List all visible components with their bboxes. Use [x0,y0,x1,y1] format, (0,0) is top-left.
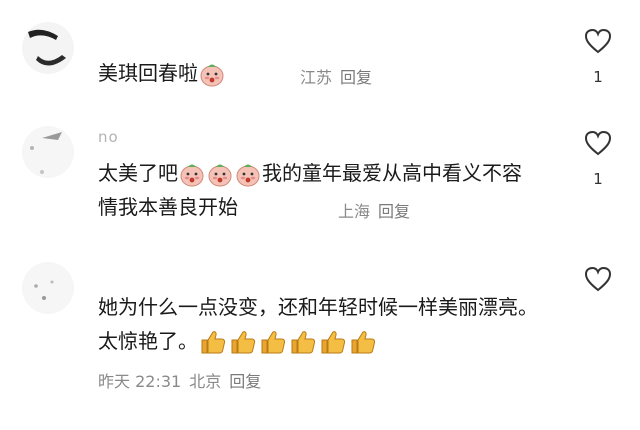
comment-text-before: 她为什么一点没变，还和年轻时候一样美丽漂亮。太惊艳了。 [98,295,538,353]
comment-location: 上海 [338,202,371,221]
heart-icon [584,28,612,54]
heart-icon [584,266,612,292]
thumbs-up-emoji-icon [319,329,347,355]
blush-emoji-icon [179,161,205,187]
avatar[interactable] [22,262,74,314]
reply-button[interactable]: 回复 [340,68,372,87]
blush-emoji-icon [199,61,225,87]
avatar[interactable] [22,126,74,178]
reply-button[interactable]: 回复 [229,372,261,391]
like-button[interactable]: 1 [582,28,614,86]
comment-text-before: 太美了吧 [98,161,178,185]
comment-text: 她为什么一点没变，还和年轻时候一样美丽漂亮。太惊艳了。 [98,290,538,358]
comment-time: 昨天 22:31 [98,372,182,391]
comment-meta: 昨天 22:31 北京 回复 [98,368,269,392]
comment-meta: 江苏 回复 [300,64,380,88]
comment-meta: 上海 回复 [338,198,418,222]
username[interactable]: no [98,128,119,146]
thumbs-up-emoji-icon [259,329,287,355]
comment-text-before: 美琪回春啦 [98,61,198,85]
reply-button[interactable]: 回复 [378,202,410,221]
like-count: 1 [593,68,603,86]
like-button[interactable]: 1 [582,130,614,188]
like-button[interactable] [582,266,614,306]
thumbs-up-emoji-icon [289,329,317,355]
like-count: 1 [593,170,603,188]
blush-emoji-icon [235,161,261,187]
comment-location: 北京 [189,372,222,391]
heart-icon [584,130,612,156]
blush-emoji-icon [207,161,233,187]
comment-location: 江苏 [300,68,333,87]
thumbs-up-emoji-icon [199,329,227,355]
thumbs-up-emoji-icon [229,329,257,355]
thumbs-up-emoji-icon [349,329,377,355]
comment-text: 太美了吧 我的童年最爱从高中看义不容情我本善良开始 [98,156,538,224]
avatar[interactable] [22,22,74,74]
